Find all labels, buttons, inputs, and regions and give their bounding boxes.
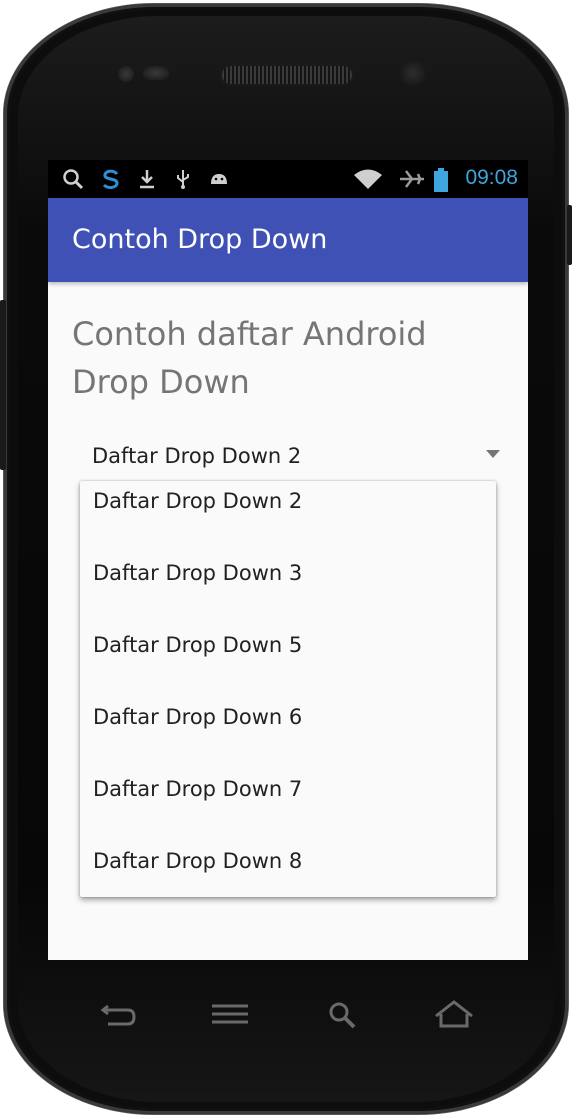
app-title: Contoh Drop Down [72,224,328,255]
dropdown-option-label: Daftar Drop Down 3 [93,561,303,585]
search-icon [62,168,84,190]
proximity-sensor [143,66,169,80]
app-bar: Contoh Drop Down [48,198,528,282]
dropdown-option[interactable]: Daftar Drop Down 3 [80,553,496,625]
dropdown-option-label: Daftar Drop Down 6 [93,705,303,729]
screen: 09:08 Contoh Drop Down Contoh daftar And… [48,160,528,960]
dropdown-option-label: Daftar Drop Down 7 [93,777,303,801]
battery-icon [432,168,450,192]
page-heading: Contoh daftar Android Drop Down [72,315,427,401]
dropdown-option[interactable]: Daftar Drop Down 8 [80,841,496,913]
dropdown-option[interactable]: Daftar Drop Down 7 [80,769,496,841]
status-time: 09:08 [465,166,518,189]
dropdown-option-label: Daftar Drop Down 2 [93,489,303,513]
volume-button [0,300,6,470]
android-debug-icon [208,168,230,190]
dropdown-option-label: Daftar Drop Down 8 [93,849,303,873]
wifi-icon [352,168,384,190]
dropdown-option[interactable]: Daftar Drop Down 2 [80,481,496,553]
spinner-selected-value: Daftar Drop Down 2 [92,444,302,468]
back-icon[interactable] [96,996,140,1036]
front-camera [400,60,426,86]
airplane-icon [398,168,426,190]
download-icon [136,168,158,190]
dropdown-option-label: Daftar Drop Down 5 [93,633,303,657]
drop-down-spinner[interactable]: Daftar Drop Down 2 [80,438,500,478]
menu-icon[interactable] [208,996,252,1036]
home-icon[interactable] [432,996,476,1036]
dropdown-option[interactable]: Daftar Drop Down 5 [80,625,496,697]
earpiece-speaker [222,66,352,84]
power-button [567,205,572,265]
dropdown-option[interactable]: Daftar Drop Down 6 [80,697,496,769]
dropdown-list: Daftar Drop Down 2 Daftar Drop Down 3 Da… [80,481,496,897]
sync-icon [100,168,122,190]
search-icon[interactable] [322,996,366,1036]
usb-icon [172,168,194,190]
dropdown-arrow-icon [486,450,500,458]
sensor [118,66,134,82]
status-bar: 09:08 [48,160,528,198]
